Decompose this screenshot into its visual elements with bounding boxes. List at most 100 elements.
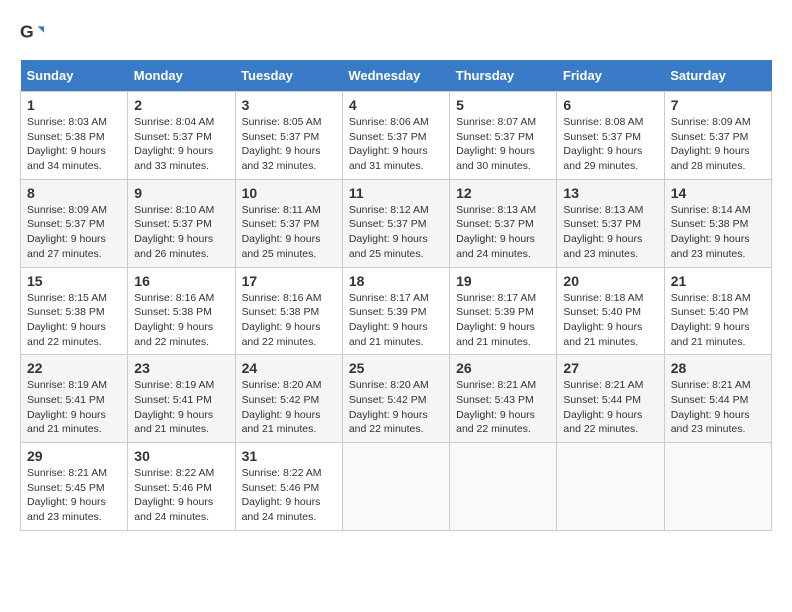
day-number: 20 — [563, 273, 657, 289]
col-sunday: Sunday — [21, 60, 128, 92]
table-row: 1 Sunrise: 8:03 AM Sunset: 5:38 PM Dayli… — [21, 92, 128, 180]
calendar-table: Sunday Monday Tuesday Wednesday Thursday… — [20, 60, 772, 531]
day-number: 28 — [671, 360, 765, 376]
table-row: 21 Sunrise: 8:18 AM Sunset: 5:40 PM Dayl… — [664, 267, 771, 355]
table-row: 4 Sunrise: 8:06 AM Sunset: 5:37 PM Dayli… — [342, 92, 449, 180]
table-row — [557, 443, 664, 531]
day-number: 27 — [563, 360, 657, 376]
col-saturday: Saturday — [664, 60, 771, 92]
day-info: Sunrise: 8:18 AM Sunset: 5:40 PM Dayligh… — [563, 291, 657, 350]
day-info: Sunrise: 8:13 AM Sunset: 5:37 PM Dayligh… — [456, 203, 550, 262]
day-number: 15 — [27, 273, 121, 289]
day-info: Sunrise: 8:13 AM Sunset: 5:37 PM Dayligh… — [563, 203, 657, 262]
day-number: 6 — [563, 97, 657, 113]
table-row — [342, 443, 449, 531]
day-info: Sunrise: 8:12 AM Sunset: 5:37 PM Dayligh… — [349, 203, 443, 262]
day-number: 5 — [456, 97, 550, 113]
day-number: 24 — [242, 360, 336, 376]
table-row: 22 Sunrise: 8:19 AM Sunset: 5:41 PM Dayl… — [21, 355, 128, 443]
day-number: 17 — [242, 273, 336, 289]
logo: G — [20, 20, 48, 44]
table-row: 19 Sunrise: 8:17 AM Sunset: 5:39 PM Dayl… — [450, 267, 557, 355]
table-row: 27 Sunrise: 8:21 AM Sunset: 5:44 PM Dayl… — [557, 355, 664, 443]
day-number: 10 — [242, 185, 336, 201]
day-info: Sunrise: 8:20 AM Sunset: 5:42 PM Dayligh… — [242, 378, 336, 437]
day-info: Sunrise: 8:08 AM Sunset: 5:37 PM Dayligh… — [563, 115, 657, 174]
day-number: 21 — [671, 273, 765, 289]
day-info: Sunrise: 8:20 AM Sunset: 5:42 PM Dayligh… — [349, 378, 443, 437]
day-number: 23 — [134, 360, 228, 376]
day-number: 3 — [242, 97, 336, 113]
col-wednesday: Wednesday — [342, 60, 449, 92]
table-row: 28 Sunrise: 8:21 AM Sunset: 5:44 PM Dayl… — [664, 355, 771, 443]
day-number: 4 — [349, 97, 443, 113]
table-row — [664, 443, 771, 531]
day-info: Sunrise: 8:15 AM Sunset: 5:38 PM Dayligh… — [27, 291, 121, 350]
day-info: Sunrise: 8:18 AM Sunset: 5:40 PM Dayligh… — [671, 291, 765, 350]
col-tuesday: Tuesday — [235, 60, 342, 92]
day-number: 12 — [456, 185, 550, 201]
table-row: 14 Sunrise: 8:14 AM Sunset: 5:38 PM Dayl… — [664, 179, 771, 267]
day-info: Sunrise: 8:21 AM Sunset: 5:43 PM Dayligh… — [456, 378, 550, 437]
day-info: Sunrise: 8:21 AM Sunset: 5:44 PM Dayligh… — [671, 378, 765, 437]
day-info: Sunrise: 8:14 AM Sunset: 5:38 PM Dayligh… — [671, 203, 765, 262]
day-number: 22 — [27, 360, 121, 376]
table-row: 25 Sunrise: 8:20 AM Sunset: 5:42 PM Dayl… — [342, 355, 449, 443]
table-row: 10 Sunrise: 8:11 AM Sunset: 5:37 PM Dayl… — [235, 179, 342, 267]
day-number: 30 — [134, 448, 228, 464]
day-number: 9 — [134, 185, 228, 201]
day-number: 8 — [27, 185, 121, 201]
table-row: 15 Sunrise: 8:15 AM Sunset: 5:38 PM Dayl… — [21, 267, 128, 355]
day-info: Sunrise: 8:19 AM Sunset: 5:41 PM Dayligh… — [27, 378, 121, 437]
table-row: 24 Sunrise: 8:20 AM Sunset: 5:42 PM Dayl… — [235, 355, 342, 443]
day-info: Sunrise: 8:07 AM Sunset: 5:37 PM Dayligh… — [456, 115, 550, 174]
day-number: 26 — [456, 360, 550, 376]
col-thursday: Thursday — [450, 60, 557, 92]
day-number: 7 — [671, 97, 765, 113]
day-info: Sunrise: 8:05 AM Sunset: 5:37 PM Dayligh… — [242, 115, 336, 174]
day-info: Sunrise: 8:10 AM Sunset: 5:37 PM Dayligh… — [134, 203, 228, 262]
table-row: 7 Sunrise: 8:09 AM Sunset: 5:37 PM Dayli… — [664, 92, 771, 180]
day-number: 31 — [242, 448, 336, 464]
calendar-week-row: 15 Sunrise: 8:15 AM Sunset: 5:38 PM Dayl… — [21, 267, 772, 355]
day-info: Sunrise: 8:04 AM Sunset: 5:37 PM Dayligh… — [134, 115, 228, 174]
table-row: 5 Sunrise: 8:07 AM Sunset: 5:37 PM Dayli… — [450, 92, 557, 180]
calendar-week-row: 1 Sunrise: 8:03 AM Sunset: 5:38 PM Dayli… — [21, 92, 772, 180]
day-info: Sunrise: 8:16 AM Sunset: 5:38 PM Dayligh… — [242, 291, 336, 350]
table-row: 3 Sunrise: 8:05 AM Sunset: 5:37 PM Dayli… — [235, 92, 342, 180]
day-info: Sunrise: 8:22 AM Sunset: 5:46 PM Dayligh… — [242, 466, 336, 525]
day-number: 25 — [349, 360, 443, 376]
day-number: 14 — [671, 185, 765, 201]
day-number: 19 — [456, 273, 550, 289]
day-info: Sunrise: 8:06 AM Sunset: 5:37 PM Dayligh… — [349, 115, 443, 174]
day-info: Sunrise: 8:09 AM Sunset: 5:37 PM Dayligh… — [27, 203, 121, 262]
table-row: 23 Sunrise: 8:19 AM Sunset: 5:41 PM Dayl… — [128, 355, 235, 443]
header: G — [20, 20, 772, 44]
table-row: 11 Sunrise: 8:12 AM Sunset: 5:37 PM Dayl… — [342, 179, 449, 267]
table-row: 30 Sunrise: 8:22 AM Sunset: 5:46 PM Dayl… — [128, 443, 235, 531]
table-row: 16 Sunrise: 8:16 AM Sunset: 5:38 PM Dayl… — [128, 267, 235, 355]
svg-text:G: G — [20, 22, 34, 42]
day-info: Sunrise: 8:17 AM Sunset: 5:39 PM Dayligh… — [456, 291, 550, 350]
day-number: 2 — [134, 97, 228, 113]
calendar-week-row: 29 Sunrise: 8:21 AM Sunset: 5:45 PM Dayl… — [21, 443, 772, 531]
col-monday: Monday — [128, 60, 235, 92]
day-info: Sunrise: 8:11 AM Sunset: 5:37 PM Dayligh… — [242, 203, 336, 262]
table-row: 26 Sunrise: 8:21 AM Sunset: 5:43 PM Dayl… — [450, 355, 557, 443]
day-number: 16 — [134, 273, 228, 289]
table-row: 8 Sunrise: 8:09 AM Sunset: 5:37 PM Dayli… — [21, 179, 128, 267]
table-row: 18 Sunrise: 8:17 AM Sunset: 5:39 PM Dayl… — [342, 267, 449, 355]
table-row: 29 Sunrise: 8:21 AM Sunset: 5:45 PM Dayl… — [21, 443, 128, 531]
day-info: Sunrise: 8:16 AM Sunset: 5:38 PM Dayligh… — [134, 291, 228, 350]
table-row: 17 Sunrise: 8:16 AM Sunset: 5:38 PM Dayl… — [235, 267, 342, 355]
day-info: Sunrise: 8:19 AM Sunset: 5:41 PM Dayligh… — [134, 378, 228, 437]
day-number: 18 — [349, 273, 443, 289]
day-info: Sunrise: 8:17 AM Sunset: 5:39 PM Dayligh… — [349, 291, 443, 350]
day-info: Sunrise: 8:09 AM Sunset: 5:37 PM Dayligh… — [671, 115, 765, 174]
calendar-week-row: 22 Sunrise: 8:19 AM Sunset: 5:41 PM Dayl… — [21, 355, 772, 443]
table-row: 31 Sunrise: 8:22 AM Sunset: 5:46 PM Dayl… — [235, 443, 342, 531]
calendar-header-row: Sunday Monday Tuesday Wednesday Thursday… — [21, 60, 772, 92]
day-info: Sunrise: 8:03 AM Sunset: 5:38 PM Dayligh… — [27, 115, 121, 174]
table-row: 20 Sunrise: 8:18 AM Sunset: 5:40 PM Dayl… — [557, 267, 664, 355]
logo-icon: G — [20, 20, 44, 44]
